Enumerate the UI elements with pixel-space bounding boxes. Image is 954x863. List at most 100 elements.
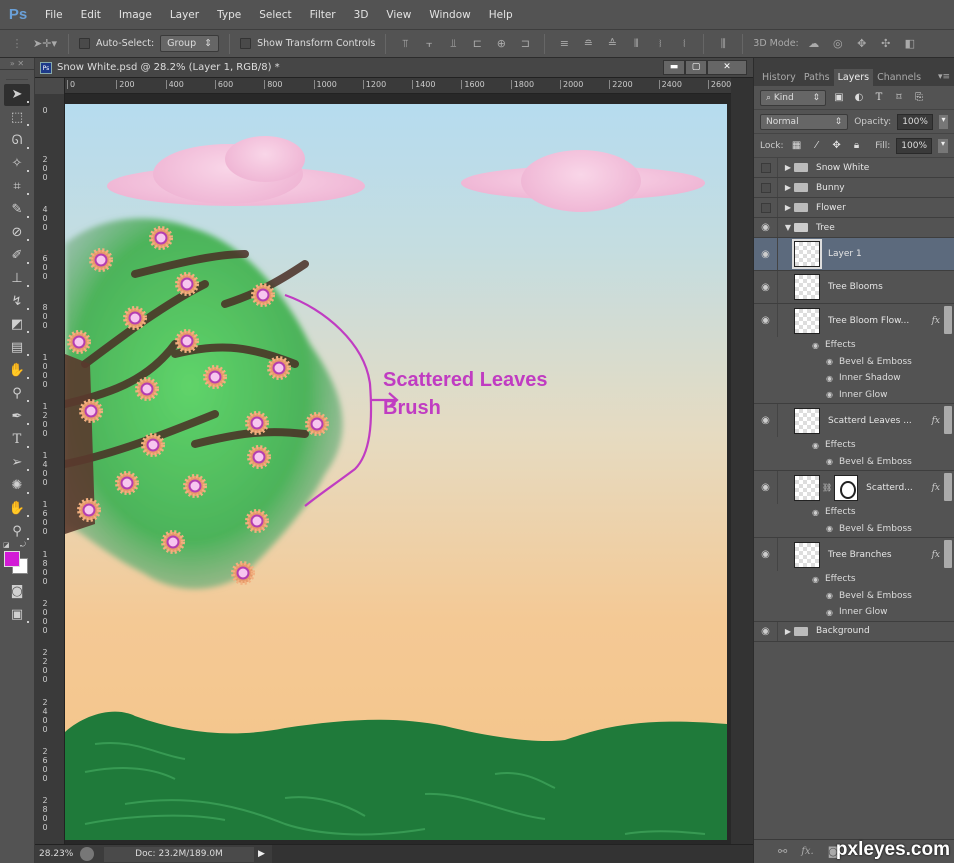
fx-icon[interactable]: fx	[932, 483, 940, 493]
opacity-input[interactable]: 100%	[897, 113, 933, 130]
expand-arrow-icon[interactable]: ▶	[782, 183, 794, 192]
eyedropper-tool[interactable]: ✎	[4, 199, 30, 221]
close-button[interactable]: ✕	[707, 60, 747, 75]
menu-filter[interactable]: Filter	[301, 9, 345, 21]
layer-group-tree[interactable]: ◉ ▼ Tree	[754, 218, 954, 238]
panel-menu-icon[interactable]: ▾≡	[934, 72, 954, 86]
eye-icon[interactable]: ◉	[826, 457, 833, 466]
effects-toggle[interactable]	[944, 306, 952, 334]
brush-tool[interactable]: ✐	[4, 245, 30, 267]
layer-scattered-leaves[interactable]: ◉ Scatterd Leaves ... fx	[754, 404, 954, 437]
fill-slider-button[interactable]: ▾	[938, 138, 948, 153]
shape-tool[interactable]: ✺	[4, 475, 30, 497]
eraser-tool[interactable]: ◩	[4, 314, 30, 336]
collapse-arrow-icon[interactable]: ▼	[782, 223, 794, 232]
layer-tree-branches[interactable]: ◉ Tree Branches fx	[754, 538, 954, 571]
status-menu-arrow-icon[interactable]: ▶	[258, 849, 272, 859]
visibility-toggle[interactable]	[754, 158, 778, 177]
align-bottom-icon[interactable]: ⫫	[444, 37, 462, 51]
align-vcenter-icon[interactable]: ⫟	[420, 37, 438, 51]
eye-icon[interactable]: ◉	[754, 271, 778, 303]
effects-header[interactable]: ◉ Effects	[812, 571, 954, 588]
layer-group-bunny[interactable]: ▶ Bunny	[754, 178, 954, 198]
blend-mode-dropdown[interactable]: Normal ⇕	[760, 113, 849, 130]
document-tab[interactable]: Ps Snow White.psd @ 28.2% (Layer 1, RGB/…	[35, 58, 753, 78]
expand-arrow-icon[interactable]: ▶	[782, 627, 794, 636]
auto-select-checkbox[interactable]	[79, 38, 90, 49]
auto-align-icon[interactable]: ⫼	[714, 37, 732, 51]
add-layer-style-icon[interactable]: fx.	[801, 846, 814, 857]
eye-icon[interactable]: ◉	[812, 441, 819, 450]
fill-input[interactable]: 100%	[896, 137, 932, 154]
quick-mask-icon[interactable]: ◙	[4, 581, 30, 603]
artwork-canvas[interactable]: Scattered Leaves Brush	[65, 104, 727, 840]
eye-icon[interactable]: ◉	[754, 471, 778, 504]
layer-scattered-masked[interactable]: ◉ ⛓ Scatterd... fx	[754, 471, 954, 504]
layer-mask-thumbnail[interactable]	[834, 474, 859, 501]
visibility-toggle[interactable]	[754, 178, 778, 197]
default-colors-icon[interactable]: ◪	[3, 541, 10, 549]
blur-tool[interactable]: ✋	[4, 360, 30, 382]
vertical-ruler[interactable]: 0 200 400 600 800 1000 1200 1400 1600 1800 2000 220…	[35, 94, 65, 844]
3d-rotate-icon[interactable]: ☁	[805, 37, 823, 50]
gradient-tool[interactable]: ▤	[4, 337, 30, 359]
quick-select-tool[interactable]: ✧	[4, 153, 30, 175]
effects-toggle[interactable]	[944, 406, 952, 434]
menu-3d[interactable]: 3D	[345, 9, 378, 21]
menu-view[interactable]: View	[377, 9, 420, 21]
eye-icon[interactable]: ◉	[754, 538, 778, 571]
eye-icon[interactable]: ◉	[754, 304, 778, 337]
effect-bevel-emboss[interactable]: ◉ Bevel & Emboss	[812, 454, 954, 471]
3d-pan-icon[interactable]: ✥	[853, 37, 871, 50]
filter-kind-dropdown[interactable]: ⌕ Kind ⇕	[760, 89, 826, 106]
menu-select[interactable]: Select	[250, 9, 300, 21]
menu-file[interactable]: File	[36, 9, 72, 21]
layer-group-background[interactable]: ◉ ▶ Background	[754, 621, 954, 642]
fx-icon[interactable]: fx	[932, 416, 940, 426]
tab-history[interactable]: History	[758, 69, 800, 86]
align-left-icon[interactable]: ⊏	[468, 37, 486, 50]
menu-help[interactable]: Help	[480, 9, 522, 21]
effects-header[interactable]: ◉ Effects	[812, 504, 954, 521]
opacity-slider-button[interactable]: ▾	[938, 114, 948, 129]
distribute-vcenter-icon[interactable]: ≘	[579, 37, 597, 50]
path-select-tool[interactable]: ➢	[4, 452, 30, 474]
align-right-icon[interactable]: ⊐	[516, 37, 534, 50]
dodge-tool[interactable]: ⚲	[4, 383, 30, 405]
filter-shape-icon[interactable]: ⌑	[892, 92, 906, 103]
foreground-color-swatch[interactable]	[4, 551, 20, 567]
menu-layer[interactable]: Layer	[161, 9, 208, 21]
marquee-tool[interactable]: ⬚	[4, 107, 30, 129]
lock-transparent-icon[interactable]: ▦	[790, 140, 804, 151]
canvas-area[interactable]: Scattered Leaves Brush	[65, 94, 731, 844]
eye-icon[interactable]: ◉	[754, 404, 778, 437]
vertical-scrollbar[interactable]	[731, 78, 753, 844]
eye-icon[interactable]: ◉	[826, 390, 833, 399]
eye-icon[interactable]: ◉	[754, 218, 778, 237]
distribute-top-icon[interactable]: ≡	[555, 37, 573, 50]
ruler-origin[interactable]	[35, 78, 65, 94]
pen-tool[interactable]: ✒	[4, 406, 30, 428]
lock-all-icon[interactable]: 🔒︎	[850, 140, 864, 151]
layer-layer-1[interactable]: ◉ Layer 1	[754, 238, 954, 271]
3d-slide-icon[interactable]: ✣	[877, 37, 895, 50]
expand-arrow-icon[interactable]: ▶	[782, 203, 794, 212]
tab-channels[interactable]: Channels	[873, 69, 925, 86]
effects-header[interactable]: ◉ Effects	[812, 337, 954, 354]
3d-roll-icon[interactable]: ◎	[829, 37, 847, 50]
eye-icon[interactable]: ◉	[826, 608, 833, 617]
show-transform-checkbox[interactable]	[240, 38, 252, 49]
eye-icon[interactable]: ◉	[812, 341, 819, 350]
toolbox-handle[interactable]	[6, 70, 28, 80]
healing-brush-tool[interactable]: ⊘	[4, 222, 30, 244]
filter-smart-object-icon[interactable]: ⎘	[912, 92, 926, 103]
3d-scale-icon[interactable]: ◧	[901, 37, 919, 50]
effects-toggle[interactable]	[944, 473, 952, 501]
toolbox-grip[interactable]: » ✕	[0, 58, 34, 70]
layer-group-flower[interactable]: ▶ Flower	[754, 198, 954, 218]
distribute-left-icon[interactable]: ⦀	[627, 37, 645, 51]
align-top-icon[interactable]: ⫪	[396, 37, 414, 51]
menu-type[interactable]: Type	[208, 9, 250, 21]
effect-inner-glow[interactable]: ◉ Inner Glow	[812, 604, 954, 621]
eye-icon[interactable]: ◉	[826, 524, 833, 533]
